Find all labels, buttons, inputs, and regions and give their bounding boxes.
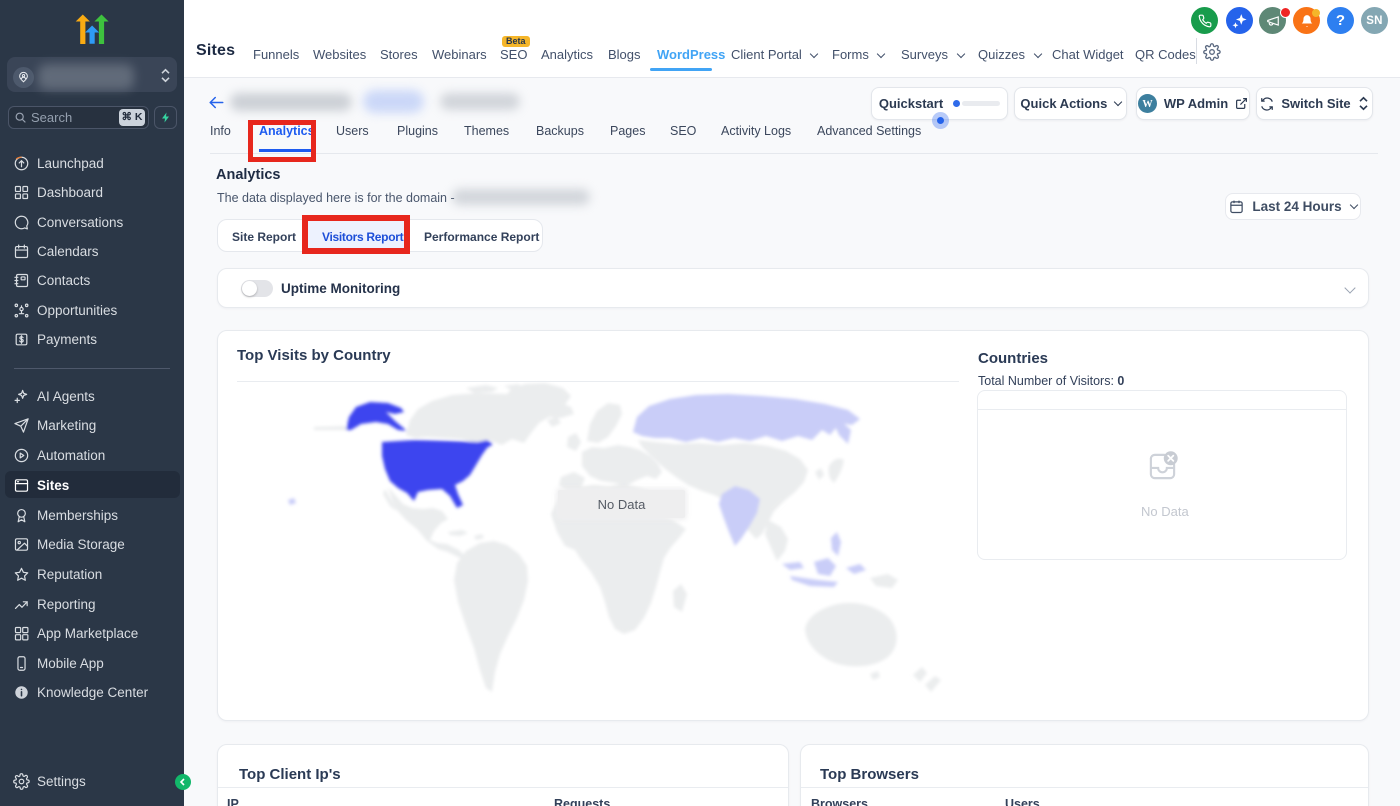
svg-text:W: W — [1142, 99, 1153, 110]
